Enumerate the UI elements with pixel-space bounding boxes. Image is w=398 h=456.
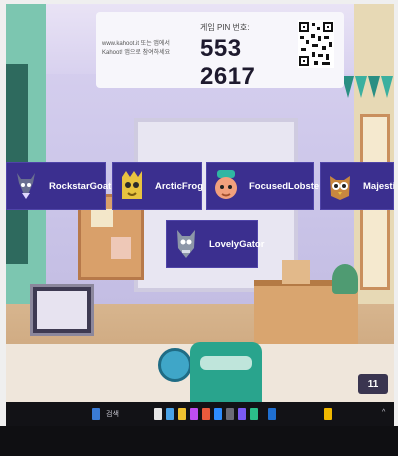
join-line-2: Kahoot! 앱으로 참여하세요 — [102, 50, 171, 56]
game-pin: 553 2617 — [200, 35, 256, 90]
plant — [332, 264, 358, 294]
player-name: MajesticCh — [363, 180, 394, 192]
player-tag-rockstargoat[interactable]: RockstarGoat — [6, 162, 111, 210]
player-name: FocusedLobster — [249, 180, 323, 192]
browser-icon[interactable] — [250, 408, 258, 420]
player-tag-focusedlobster[interactable]: FocusedLobster — [206, 162, 323, 210]
player-name: LovelyGator — [209, 238, 265, 250]
taskbar-search[interactable]: 검색 — [106, 409, 119, 419]
gator-avatar-icon — [167, 221, 205, 267]
player-name: RockstarGoat — [49, 180, 112, 192]
chair — [190, 342, 262, 402]
store-icon[interactable] — [214, 408, 222, 420]
edge-icon[interactable] — [166, 408, 174, 420]
pennant-garland — [342, 76, 394, 106]
frog-avatar-icon — [113, 163, 151, 209]
join-banner: www.kahoot.it 또는 앱에서 Kahoot! 앱으로 참여하세요 게… — [96, 12, 344, 91]
chair-seat — [200, 356, 252, 370]
pin-block: 게임 PIN 번호: 553 2617 — [200, 22, 292, 91]
desk-crate — [282, 260, 310, 284]
pin-label: 게임 PIN 번호: — [200, 23, 250, 32]
globe-icon — [158, 348, 192, 382]
app-icon[interactable] — [190, 408, 198, 420]
mail-icon[interactable] — [226, 408, 234, 420]
chevron-up-icon[interactable]: ^ — [382, 409, 385, 416]
office-icon[interactable] — [202, 408, 210, 420]
file-explorer-icon[interactable] — [178, 408, 186, 420]
bottom-bezel — [0, 426, 398, 456]
player-name: ArcticFrog — [155, 180, 204, 192]
windows-start-icon[interactable] — [92, 408, 100, 420]
teams-icon[interactable] — [238, 408, 246, 420]
join-line-1: www.kahoot.it 또는 앱에서 — [102, 41, 170, 47]
taskbar: 검색 ^ — [6, 402, 394, 426]
task-view-icon[interactable] — [154, 408, 162, 420]
player-tag-majesticch[interactable]: MajesticCh — [320, 162, 394, 210]
player-tag-lovelygator[interactable]: LovelyGator — [166, 220, 264, 268]
tray-app-icon[interactable] — [324, 408, 332, 420]
lobster-avatar-icon — [207, 163, 245, 209]
computer-monitor — [30, 284, 94, 336]
chrome-icon[interactable] — [268, 408, 276, 420]
player-count-badge: 11 — [358, 374, 388, 394]
goat-avatar-icon — [7, 163, 45, 209]
lobby-screen: www.kahoot.it 또는 앱에서 Kahoot! 앱으로 참여하세요 게… — [6, 4, 394, 402]
join-instructions: www.kahoot.it 또는 앱에서 Kahoot! 앱으로 참여하세요 — [102, 40, 198, 58]
device-frame: www.kahoot.it 또는 앱에서 Kahoot! 앱으로 참여하세요 게… — [0, 0, 398, 456]
qr-code-icon[interactable] — [298, 20, 334, 68]
owl-avatar-icon — [321, 163, 359, 209]
player-tag-arcticfrog[interactable]: ArcticFrog — [112, 162, 204, 210]
